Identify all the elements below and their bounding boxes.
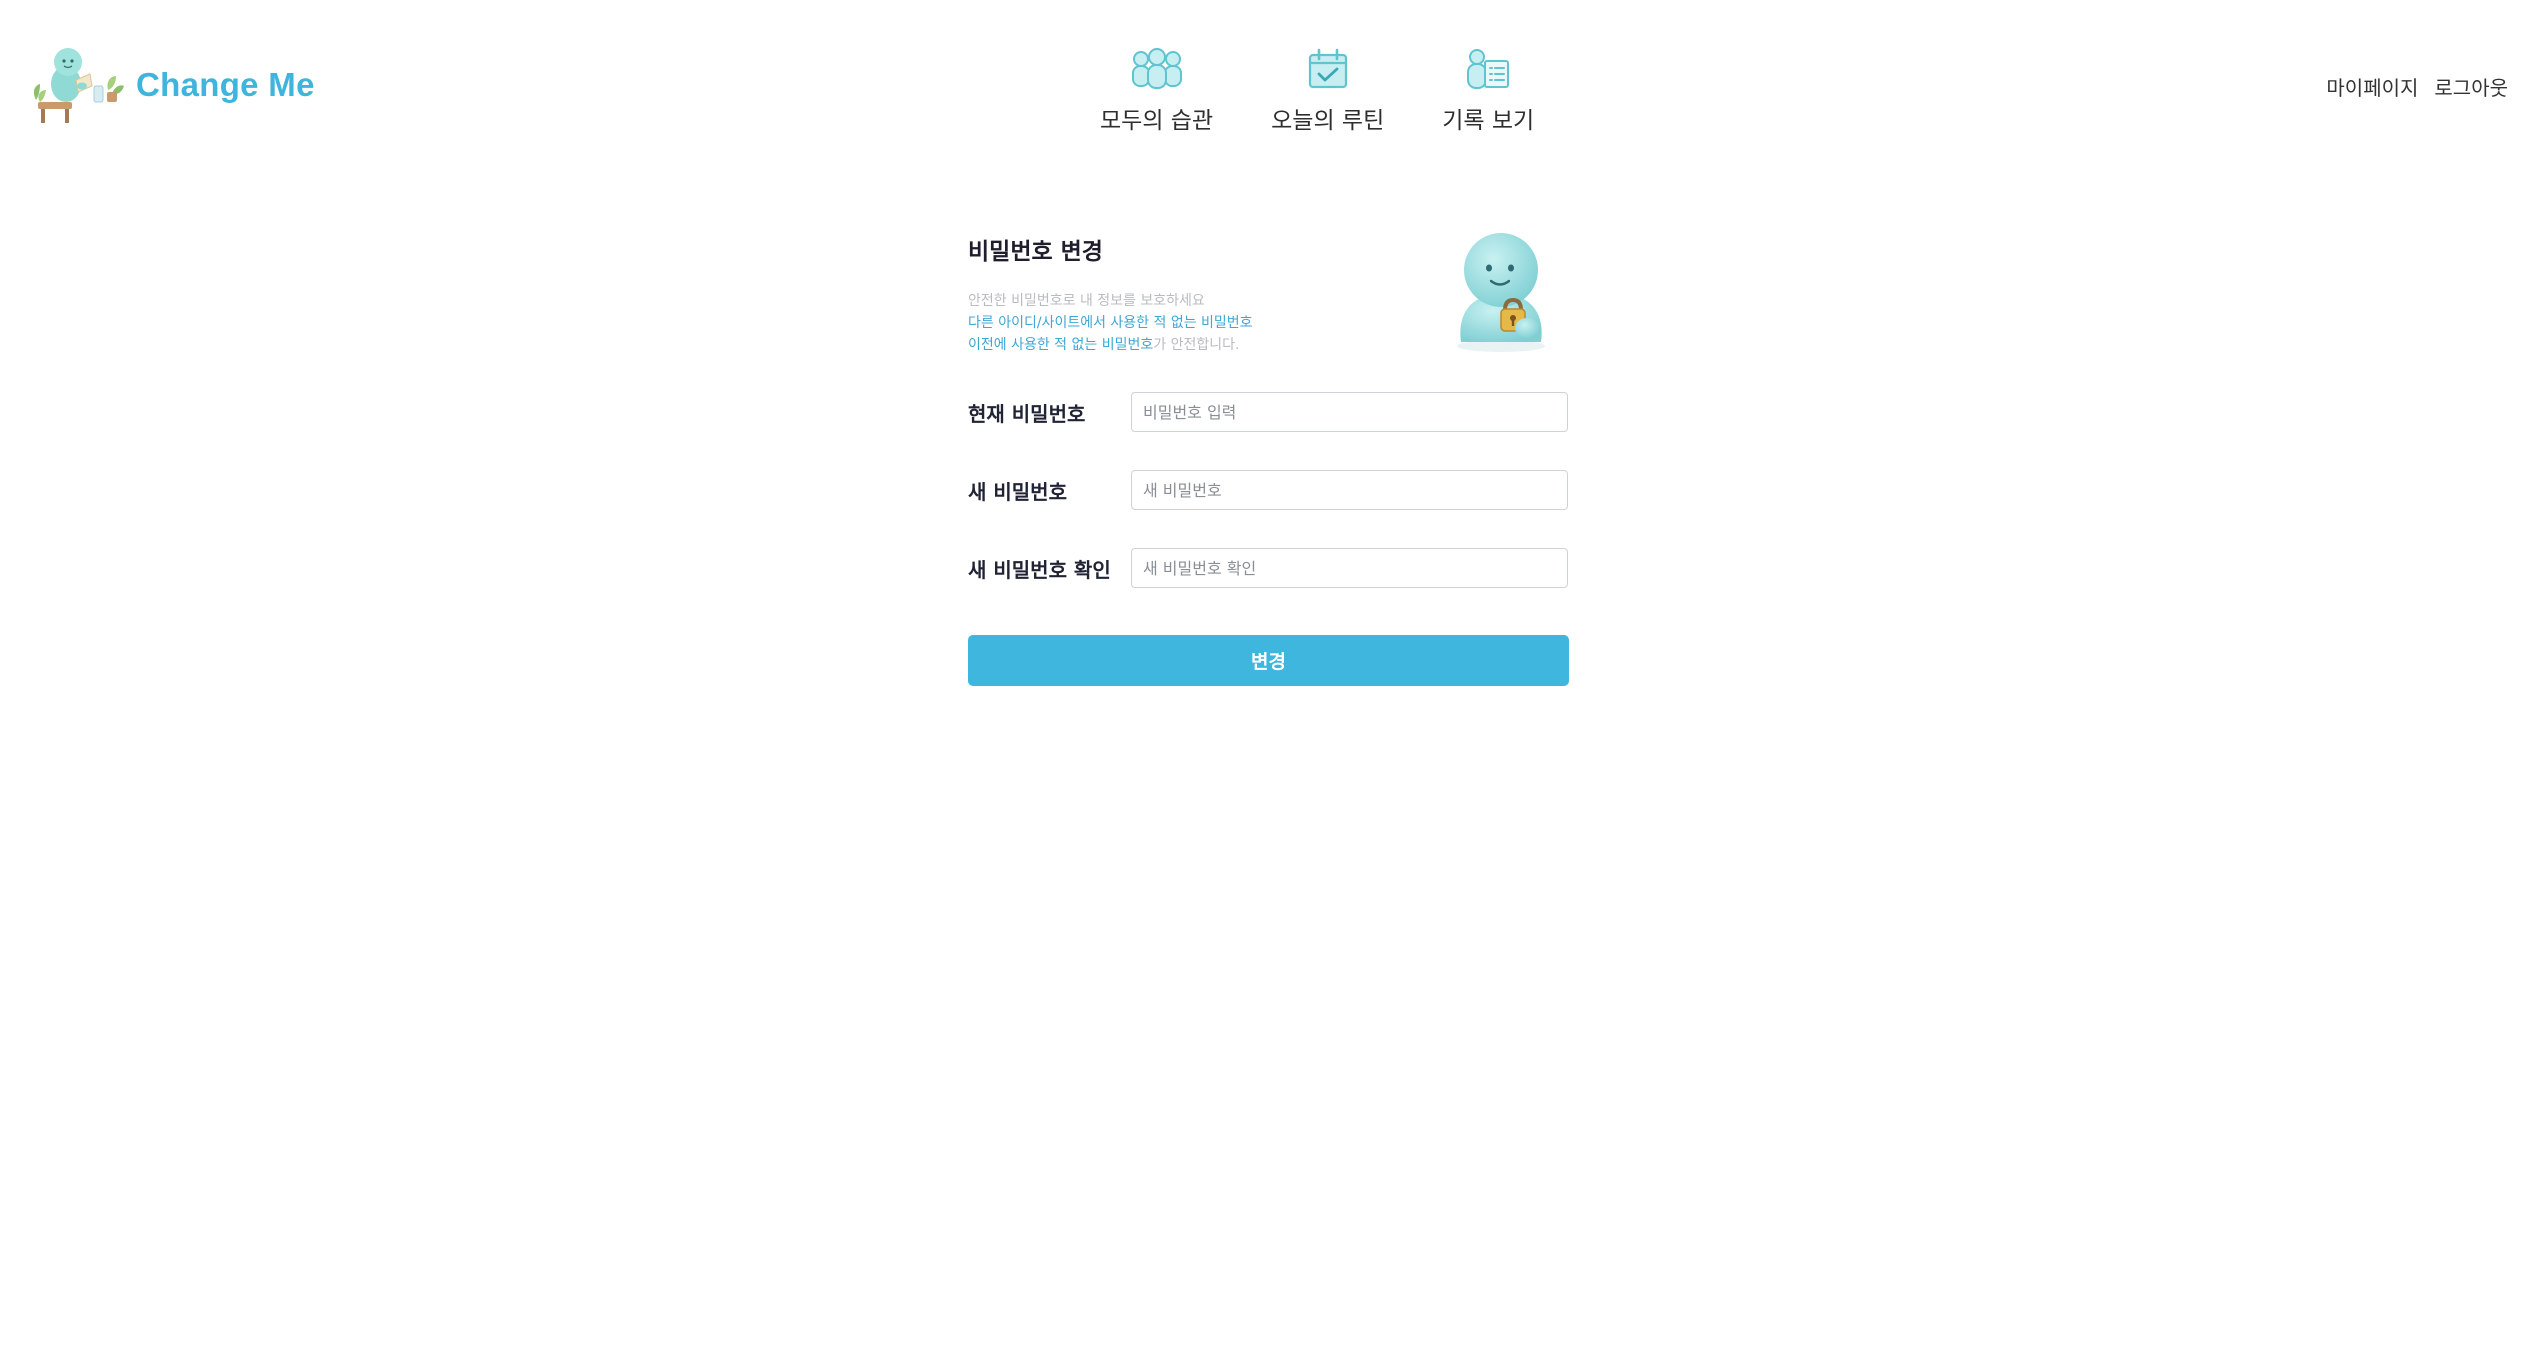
- guidance-tail: 가 안전합니다.: [1153, 337, 1240, 353]
- mypage-link[interactable]: 마이페이지: [2326, 72, 2418, 101]
- nav-item-today-routine[interactable]: 오늘의 루틴: [1271, 45, 1384, 135]
- nav-item-everyone-habits[interactable]: 모두의 습관: [1100, 45, 1213, 135]
- current-password-input[interactable]: [1131, 392, 1568, 432]
- main-nav: 모두의 습관 오늘의 루틴 기록 보기: [1100, 45, 1534, 135]
- people-group-icon: [1128, 45, 1186, 93]
- form-row-confirm-password: 새 비밀번호 확인: [968, 548, 1570, 588]
- new-password-label: 새 비밀번호: [968, 479, 1067, 504]
- form-row-new-password: 새 비밀번호: [968, 470, 1570, 510]
- change-password-button[interactable]: 변경: [968, 635, 1569, 686]
- form-row-current-password: 현재 비밀번호: [968, 392, 1570, 432]
- confirm-password-label: 새 비밀번호 확인: [968, 557, 1111, 582]
- password-change-panel: 비밀번호 변경 안전한 비밀번호로 내 정보를 보호하세요 다른 아이디/사이트…: [968, 220, 1570, 686]
- calendar-check-icon: [1299, 45, 1357, 93]
- user-menu: 마이페이지 로그아웃: [2310, 72, 2508, 101]
- top-header: Change Me 모두의 습관 오늘의 루틴 기록 보기 마이페이지 로그아웃: [0, 0, 2526, 160]
- current-password-label: 현재 비밀번호: [968, 401, 1086, 426]
- brand-name: Change Me: [136, 66, 315, 103]
- nav-label: 기록 보기: [1442, 108, 1535, 134]
- nav-label: 오늘의 루틴: [1271, 108, 1385, 134]
- guidance-highlight: 이전에 사용한 적 없는 비밀번호: [968, 337, 1154, 353]
- nav-label: 모두의 습관: [1100, 108, 1214, 134]
- brand-home-link[interactable]: Change Me: [30, 40, 315, 130]
- nav-item-view-records[interactable]: 기록 보기: [1442, 45, 1534, 135]
- new-password-input[interactable]: [1131, 470, 1568, 510]
- person-list-icon: [1459, 45, 1517, 93]
- mascot-reading-logo-icon: [33, 48, 124, 123]
- mascot-lock-icon: [1457, 233, 1545, 352]
- logout-link[interactable]: 로그아웃: [2434, 72, 2508, 101]
- confirm-password-input[interactable]: [1131, 548, 1568, 588]
